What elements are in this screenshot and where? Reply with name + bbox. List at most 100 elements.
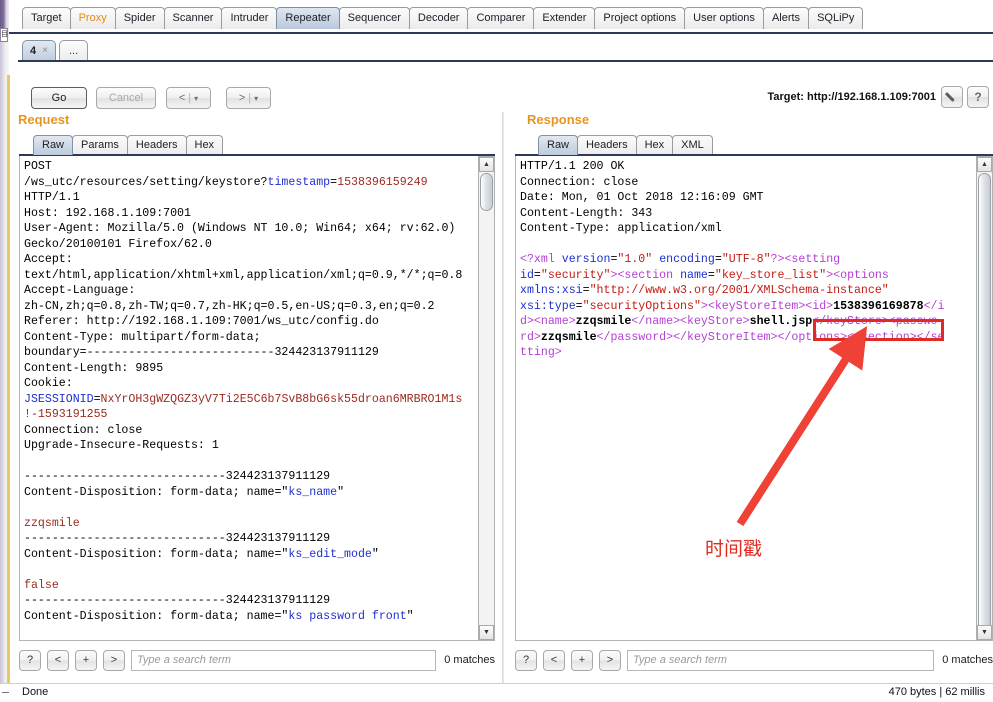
repeater-tab-moremoremore[interactable]: ... <box>58 40 89 61</box>
request-view-tabs: Raw Params Headers Hex <box>33 133 224 155</box>
view-tab-label: Headers <box>135 139 178 151</box>
code-token: <section <box>617 268 681 282</box>
main-tab-extender[interactable]: Extender <box>533 7 596 29</box>
request-view-tab-headers[interactable]: Headers <box>126 135 187 155</box>
code-token: ks_edit_mode <box>288 547 372 561</box>
scroll-up-icon[interactable]: ▲ <box>977 157 992 172</box>
request-find-add-button[interactable]: + <box>75 649 97 671</box>
panel-divider[interactable] <box>502 112 504 684</box>
code-line: Gecko/20100101 Firefox/62.0 <box>24 237 474 253</box>
window-corner-glyph: 目 <box>0 28 8 42</box>
code-token: "security" <box>540 268 611 282</box>
code-line: Content-Disposition: form-data; name="ks… <box>24 485 474 501</box>
status-bar: Done 470 bytes | 62 millis <box>0 683 993 702</box>
code-token: = <box>714 253 722 266</box>
back-button[interactable]: < | ▾ <box>166 87 211 109</box>
request-editor[interactable]: POST/ws_utc/resources/setting/keystore?t… <box>19 156 478 641</box>
main-tab-sqlipy[interactable]: SQLiPy <box>808 7 864 29</box>
code-token: = <box>582 284 590 297</box>
code-line: POST <box>24 159 474 175</box>
main-tab-proxy[interactable]: Proxy <box>69 7 116 29</box>
request-view-tab-hex[interactable]: Hex <box>185 135 224 155</box>
code-token: shell.jsp <box>749 315 813 328</box>
code-token: "securityOptions" <box>582 299 701 313</box>
response-vertical-scrollbar[interactable]: ▲ ▼ <box>976 156 993 641</box>
code-token: !-1593191255 <box>24 408 108 421</box>
scroll-down-icon[interactable]: ▼ <box>479 625 494 640</box>
response-search-input[interactable] <box>627 649 935 671</box>
annotation-label: 时间戳 <box>705 538 763 560</box>
main-tab-project-options[interactable]: Project options <box>594 7 686 29</box>
response-find-prev-button[interactable]: < <box>543 649 565 671</box>
request-vertical-scrollbar[interactable]: ▲ ▼ <box>478 156 495 641</box>
scroll-up-icon[interactable]: ▲ <box>479 157 494 172</box>
code-line: Connection: close <box>520 175 972 191</box>
request-editor-wrap: POST/ws_utc/resources/setting/keystore?t… <box>19 154 495 641</box>
response-find-add-button[interactable]: + <box>571 649 593 671</box>
scroll-thumb[interactable] <box>480 173 493 211</box>
main-tab-sequencer[interactable]: Sequencer <box>338 7 410 29</box>
repeater-tab-4[interactable]: 4 × <box>22 40 56 61</box>
code-token: 1538396169878 <box>833 299 924 313</box>
cancel-button: Cancel <box>96 87 156 109</box>
scroll-thumb[interactable] <box>978 173 991 635</box>
main-tab-spider[interactable]: Spider <box>114 7 165 29</box>
response-view-tab-xml[interactable]: XML <box>672 135 713 155</box>
code-token: </options> <box>777 330 848 344</box>
back-separator: | <box>188 92 192 104</box>
main-tab-comparer[interactable]: Comparer <box>467 7 535 29</box>
code-line: xmlns:xsi="http://www.w3.org/2001/XMLSch… <box>520 283 972 299</box>
code-line: Content-Length: 9895 <box>24 361 474 377</box>
main-tab-intruder[interactable]: Intruder <box>221 7 278 29</box>
response-view-tab-headers[interactable]: Headers <box>577 135 637 155</box>
code-line: HTTP/1.1 <box>24 190 474 206</box>
forward-button[interactable]: > | ▾ <box>226 87 271 109</box>
request-view-tab-params[interactable]: Params <box>72 135 128 155</box>
response-find-help-button[interactable]: ? <box>515 649 537 671</box>
scroll-down-icon[interactable]: ▼ <box>977 625 992 640</box>
request-search-input[interactable] <box>131 649 437 671</box>
go-button[interactable]: Go <box>31 87 87 109</box>
code-line: Content-Disposition: form-data; name="ks… <box>24 609 474 625</box>
code-token: Content-Length: 343 <box>520 206 653 220</box>
code-line: User-Agent: Mozilla/5.0 (Windows NT 10.0… <box>24 221 474 237</box>
code-token: Date: Mon, 01 Oct 2018 12:16:09 GMT <box>520 191 764 204</box>
code-token: "UTF-8" <box>721 253 771 266</box>
code-line: Content-Disposition: form-data; name="ks… <box>24 547 474 563</box>
request-view-tab-raw[interactable]: Raw <box>33 135 74 155</box>
code-token: <options <box>833 268 889 282</box>
response-view-tab-raw[interactable]: Raw <box>538 135 579 155</box>
help-button[interactable]: ? <box>967 86 989 108</box>
main-tab-scanner[interactable]: Scanner <box>163 7 223 29</box>
request-find-help-button[interactable]: ? <box>19 649 41 671</box>
request-find-next-button[interactable]: > <box>103 649 125 671</box>
code-token: 1538396159249 <box>337 175 428 189</box>
main-tab-label: Comparer <box>476 12 526 24</box>
main-tab-repeater[interactable]: Repeater <box>276 7 340 29</box>
code-token: "key_store_list" <box>714 268 827 282</box>
code-line: d><name>zzqsmile</name><keyStore>shell.j… <box>520 314 972 330</box>
code-token: Upgrade-Insecure-Requests: 1 <box>24 439 219 452</box>
code-token: Content-Type: application/xml <box>520 222 722 235</box>
repeater-tab-strip: 4 ×... <box>9 36 993 62</box>
edit-target-button[interactable] <box>941 86 963 108</box>
response-editor[interactable]: HTTP/1.1 200 OK Connection: close Date: Mo… <box>515 156 976 641</box>
main-tab-target[interactable]: Target <box>22 7 71 29</box>
request-find-prev-button[interactable]: < <box>47 649 69 671</box>
main-tab-decoder[interactable]: Decoder <box>408 7 469 29</box>
response-find-next-button[interactable]: > <box>599 649 621 671</box>
code-token: <name> <box>533 315 576 328</box>
response-view-tab-hex[interactable]: Hex <box>635 135 674 155</box>
response-title: Response <box>527 112 590 127</box>
code-line: rd>zzqsmile</password></keyStoreItem></o… <box>520 330 972 346</box>
main-tab-alerts[interactable]: Alerts <box>762 7 810 29</box>
code-line: !-1593191255 <box>24 407 474 423</box>
code-line: Referer: http://192.168.1.109:7001/ws_ut… <box>24 314 474 330</box>
close-icon[interactable]: × <box>42 41 48 61</box>
code-line: id="security"><section name="key_store_l… <box>520 268 972 284</box>
code-line: /ws_utc/resources/setting/keystore?times… <box>24 175 474 191</box>
code-token: Content-Disposition: form-data; name=" <box>24 547 289 561</box>
main-tab-user-options[interactable]: User options <box>684 7 764 29</box>
